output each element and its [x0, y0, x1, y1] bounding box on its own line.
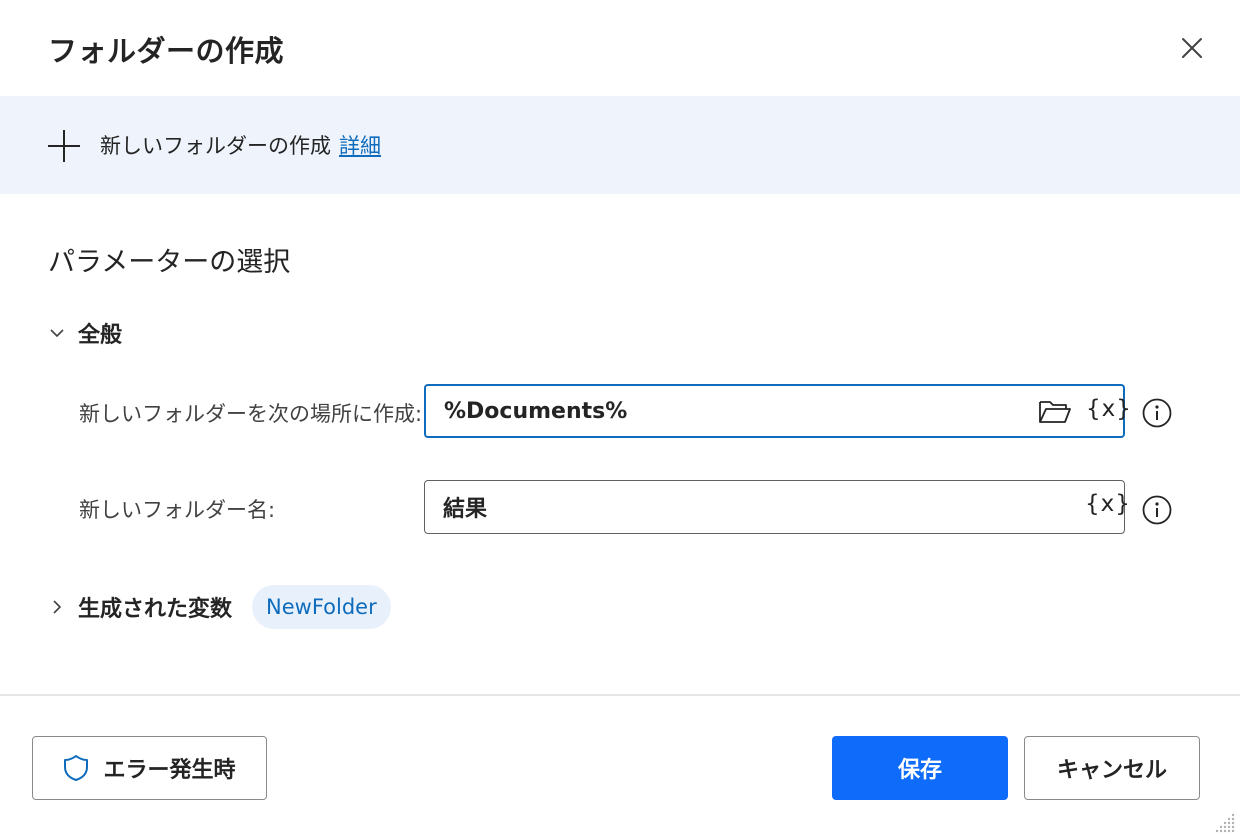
folder-name-input[interactable]	[443, 481, 1003, 533]
on-error-button[interactable]: エラー発生時	[32, 736, 267, 800]
variable-icon[interactable]: {x}	[1085, 491, 1131, 517]
variable-icon[interactable]: {x}	[1086, 396, 1132, 422]
general-group-label: 全般	[78, 323, 123, 348]
save-button[interactable]: 保存	[832, 736, 1008, 800]
location-field-label: 新しいフォルダーを次の場所に作成:	[79, 402, 423, 426]
close-button[interactable]	[1172, 28, 1212, 68]
details-link[interactable]: 詳細	[339, 130, 381, 160]
folder-open-icon[interactable]	[1038, 398, 1072, 426]
footer-divider	[0, 694, 1240, 696]
general-group-toggle[interactable]: 全般	[48, 316, 122, 350]
variables-group-label[interactable]: 生成された変数	[78, 591, 232, 623]
folder-name-field-label: 新しいフォルダー名:	[79, 498, 276, 522]
shield-icon	[64, 755, 89, 781]
info-icon[interactable]	[1141, 397, 1173, 429]
variables-group: 生成された変数 NewFolder	[48, 584, 391, 630]
cancel-button[interactable]: キャンセル	[1024, 736, 1200, 800]
parameters-title: パラメーターの選択	[48, 247, 291, 278]
location-field[interactable]: {x}	[424, 384, 1131, 438]
dialog-title: フォルダーの作成	[48, 34, 285, 68]
folder-name-field[interactable]: {x}	[424, 480, 1130, 534]
variable-chip[interactable]: NewFolder	[252, 585, 391, 629]
close-icon	[1182, 38, 1202, 58]
resize-grip-icon[interactable]	[1214, 812, 1236, 834]
location-input[interactable]	[444, 386, 1004, 436]
info-icon[interactable]	[1141, 494, 1173, 526]
banner-text: 新しいフォルダーの作成 詳細	[100, 130, 381, 160]
chevron-down-icon	[50, 329, 64, 338]
chevron-right-icon[interactable]	[48, 598, 66, 616]
banner-description: 新しいフォルダーの作成	[100, 134, 331, 158]
on-error-button-label: エラー発生時	[103, 758, 236, 783]
plus-icon	[48, 130, 80, 162]
